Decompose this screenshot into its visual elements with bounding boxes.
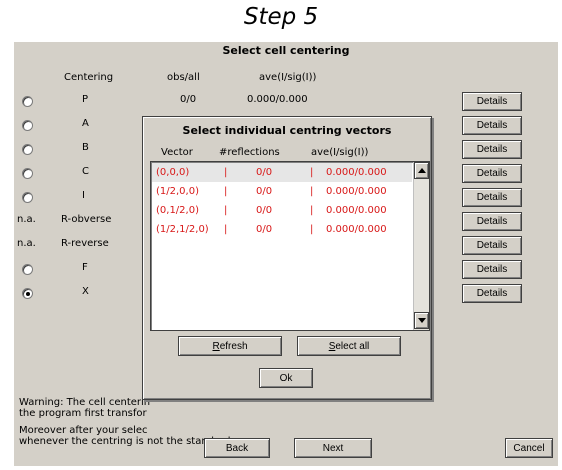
vector-value: (0,1/2,0) [156, 205, 199, 216]
reflections-value: 0/0 [256, 167, 273, 178]
scroll-up-button[interactable] [414, 162, 429, 179]
centering-radio[interactable] [22, 288, 33, 299]
centering-type: A [82, 118, 89, 129]
centring-vectors-dialog: Select individual centring vectors Vecto… [142, 116, 432, 400]
vector-list-item[interactable]: (0,0,0) | 0/0 | 0.000/0.000 [152, 163, 412, 182]
refresh-label: efresh [219, 340, 248, 352]
centering-type: P [82, 94, 89, 105]
not-available-label: n.a. [17, 214, 36, 225]
centering-radio[interactable] [22, 144, 33, 155]
select-all-label: elect all [335, 340, 370, 352]
centering-type: B [82, 142, 89, 153]
details-button[interactable]: Details [462, 188, 522, 207]
reflections-value: 0/0 [256, 224, 273, 235]
window-title: Select cell centering [222, 44, 350, 57]
centering-radio[interactable] [22, 96, 33, 107]
details-button[interactable]: Details [462, 284, 522, 303]
ave-value: 0.000/0.000 [326, 224, 387, 235]
header-obs-all: obs/all [167, 72, 200, 83]
column-separator: | [310, 224, 314, 235]
ave-value: 0.000/0.000 [326, 186, 387, 197]
centering-row: P 0/0 0.000/0.000 Details [14, 91, 558, 113]
centering-type: C [82, 166, 89, 177]
header-ave: ave(I/sig(I)) [259, 72, 317, 83]
obs-all-value: 0/0 [180, 94, 197, 105]
column-separator: | [310, 205, 314, 216]
vector-value: (0,0,0) [156, 167, 190, 178]
header-centering: Centering [64, 72, 114, 83]
refresh-button[interactable]: Refresh [178, 336, 282, 356]
column-separator: | [224, 167, 228, 178]
centering-radio[interactable] [22, 168, 33, 179]
details-button[interactable]: Details [462, 212, 522, 231]
centering-radio[interactable] [22, 120, 33, 131]
vector-list-scrollbar[interactable] [413, 162, 429, 330]
details-button[interactable]: Details [462, 236, 522, 255]
ave-value: 0.000/0.000 [326, 205, 387, 216]
header-reflections: #reflections [219, 147, 280, 158]
details-button[interactable]: Details [462, 116, 522, 135]
details-button[interactable]: Details [462, 260, 522, 279]
arrow-up-icon [418, 168, 426, 173]
details-button[interactable]: Details [462, 140, 522, 159]
arrow-down-icon [418, 318, 426, 323]
column-separator: | [310, 186, 314, 197]
dialog-title: Select individual centring vectors [182, 124, 392, 137]
ok-button[interactable]: Ok [259, 368, 313, 388]
column-separator: | [224, 205, 228, 216]
centering-radio[interactable] [22, 264, 33, 275]
warning-line-2: the program first transfor [19, 408, 147, 419]
header-vector: Vector [161, 147, 193, 158]
vector-value: (1/2,1/2,0) [156, 224, 209, 235]
scroll-down-button[interactable] [414, 312, 429, 329]
centering-type: R-obverse [61, 214, 112, 225]
step-title: Step 5 [243, 4, 319, 30]
next-button[interactable]: Next [294, 438, 372, 458]
reflections-value: 0/0 [256, 186, 273, 197]
select-all-button[interactable]: Select all [297, 336, 401, 356]
column-separator: | [310, 167, 314, 178]
centering-type: R-reverse [61, 238, 109, 249]
refresh-mnemonic: R [212, 340, 220, 352]
warning-line-1: Warning: The cell centerin [19, 397, 151, 408]
vector-value: (1/2,0,0) [156, 186, 199, 197]
column-separator: | [224, 186, 228, 197]
centering-type: F [82, 262, 88, 273]
ave-value: 0.000/0.000 [247, 94, 308, 105]
vector-list[interactable]: (0,0,0) | 0/0 | 0.000/0.000 (1/2,0,0) | 0/0 | 0.0… [150, 161, 430, 331]
header-ave-dialog: ave(I/sig(I)) [311, 147, 369, 158]
vector-list-item[interactable]: (1/2,0,0) | 0/0 | 0.000/0.000 [152, 182, 412, 201]
warning-line-3: Moreover after your selec [19, 425, 148, 436]
centering-type: I [82, 190, 85, 201]
vector-list-item[interactable]: (0,1/2,0) | 0/0 | 0.000/0.000 [152, 201, 412, 220]
details-button[interactable]: Details [462, 164, 522, 183]
column-separator: | [224, 224, 228, 235]
details-button[interactable]: Details [462, 92, 522, 111]
centering-radio[interactable] [22, 192, 33, 203]
cancel-button[interactable]: Cancel [505, 438, 553, 458]
reflections-value: 0/0 [256, 205, 273, 216]
back-button[interactable]: Back [204, 438, 270, 458]
ave-value: 0.000/0.000 [326, 167, 387, 178]
centering-type: X [82, 286, 89, 297]
vector-list-item[interactable]: (1/2,1/2,0) | 0/0 | 0.000/0.000 [152, 220, 412, 239]
not-available-label: n.a. [17, 238, 36, 249]
